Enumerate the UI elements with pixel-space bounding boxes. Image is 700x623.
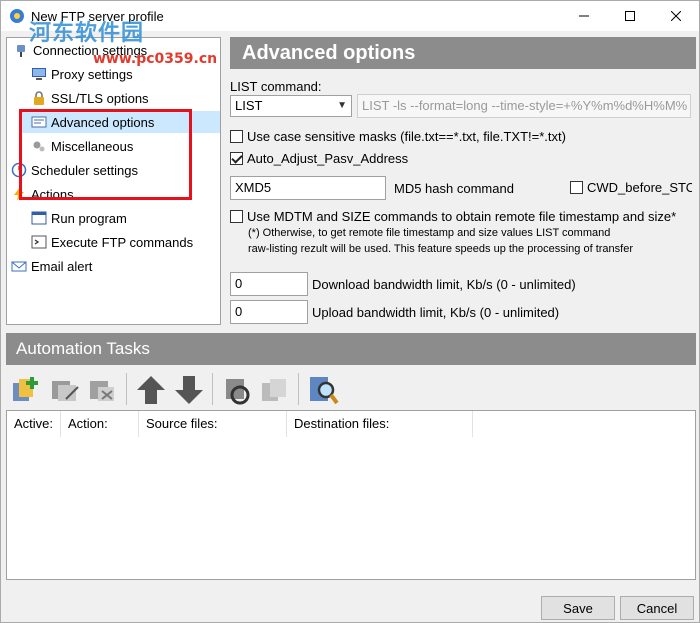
minimize-button[interactable] (561, 1, 607, 31)
move-up-icon[interactable] (134, 373, 168, 407)
upload-limit-label: Upload bandwidth limit, Kb/s (0 - unlimi… (312, 305, 560, 320)
edit-task-icon[interactable] (48, 373, 82, 407)
delete-task-icon[interactable] (86, 373, 120, 407)
tree-item-label: Email alert (31, 258, 93, 274)
close-button[interactable] (653, 1, 699, 31)
automation-tasks-header: Automation Tasks (6, 333, 696, 365)
chevron-down-icon: ▼ (337, 100, 347, 111)
gears-icon (33, 141, 45, 152)
maximize-button[interactable] (607, 1, 653, 31)
column-header-destination-files[interactable]: Destination files: (287, 411, 473, 437)
case-sensitive-checkbox[interactable]: Use case sensitive masks (file.txt==*.tx… (230, 129, 566, 144)
minimize-icon (579, 15, 589, 17)
tree-item-scheduler-settings[interactable]: Scheduler settings (11, 159, 138, 181)
refresh-task-icon[interactable] (220, 373, 254, 407)
maximize-icon (625, 11, 635, 21)
plug-icon (17, 45, 25, 57)
cwd-before-stor-checkbox[interactable]: CWD_before_STOR (570, 180, 692, 195)
settings-tree: Connection settings Proxy settings SSL/T… (6, 37, 221, 325)
move-down-icon[interactable] (172, 373, 206, 407)
auto-adjust-pasv-checkbox[interactable]: Auto_Adjust_Pasv_Address (230, 151, 408, 166)
tree-item-advanced-options[interactable]: Advanced options (21, 111, 220, 133)
envelope-icon (11, 261, 27, 272)
tree-item-label: Scheduler settings (31, 162, 138, 178)
watermark-url: www.pc0359.cn (93, 51, 218, 67)
download-limit-label: Download bandwidth limit, Kb/s (0 - unli… (312, 277, 576, 292)
checkbox-box (230, 210, 243, 223)
terminal-icon (31, 235, 47, 249)
list-command-input[interactable]: LIST -ls --format=long --time-style=+%Y%… (357, 94, 691, 118)
tree-item-execute-ftp-commands[interactable]: Execute FTP commands (31, 231, 193, 253)
md5-command-input[interactable]: XMD5 (230, 176, 386, 200)
toolbar-separator (298, 373, 299, 405)
clock-icon (11, 162, 27, 178)
panel-title: Advanced options (230, 37, 696, 69)
checkbox-label: CWD_before_STOR (587, 180, 692, 195)
mdtm-note-line-1: (*) Otherwise, to get remote file timest… (248, 227, 611, 239)
column-header-active[interactable]: Active: (7, 411, 61, 437)
checkbox-box (570, 181, 583, 194)
cancel-button[interactable]: Cancel (620, 596, 694, 620)
lightning-icon (14, 187, 24, 201)
column-header-action[interactable]: Action: (61, 411, 139, 437)
ftp-profile-window: New FTP server profile Connection settin… (0, 0, 700, 623)
list-command-selected: LIST (235, 98, 263, 113)
automation-toolbar (6, 369, 696, 409)
tree-item-email-alert[interactable]: Email alert (11, 255, 92, 277)
monitor-icon (32, 68, 46, 80)
run-icon (31, 211, 47, 225)
watermark-text: 河东软件园 (29, 21, 145, 46)
toolbar-separator (212, 373, 213, 405)
md5-command-label: MD5 hash command (394, 181, 514, 196)
mdtm-note-line-2: raw-listing rezult will be used. This fe… (248, 243, 633, 255)
checkbox-label: Use case sensitive masks (file.txt==*.tx… (247, 129, 566, 144)
lock-icon (34, 91, 44, 105)
add-task-icon[interactable] (10, 373, 44, 407)
close-icon (671, 11, 681, 21)
tree-item-label: Execute FTP commands (51, 234, 194, 250)
mdtm-size-checkbox[interactable]: Use MDTM and SIZE commands to obtain rem… (230, 209, 676, 224)
tree-item-miscellaneous[interactable]: Miscellaneous (31, 135, 133, 157)
tree-item-actions[interactable]: Actions (11, 183, 74, 205)
watermark: 河东软件园 www.pc0359.cn (29, 15, 217, 67)
automation-tasks-table[interactable]: Active: Action: Source files: Destinatio… (6, 410, 696, 580)
window-list-icon (31, 116, 47, 128)
checkbox-box (230, 130, 243, 143)
checkbox-box (230, 152, 243, 165)
tree-item-ssl-tls-options[interactable]: SSL/TLS options (31, 87, 149, 109)
list-command-label: LIST command: (230, 79, 322, 94)
app-icon (10, 9, 24, 23)
tree-item-label: Advanced options (51, 114, 155, 130)
toolbar-separator (126, 373, 127, 405)
copy-task-icon[interactable] (258, 373, 292, 407)
checkbox-label: Use MDTM and SIZE commands to obtain rem… (247, 209, 677, 224)
checkbox-label: Auto_Adjust_Pasv_Address (247, 151, 409, 166)
list-command-select[interactable]: LIST ▼ (230, 95, 352, 117)
save-button[interactable]: Save (541, 596, 615, 620)
download-limit-input[interactable]: 0 (230, 272, 308, 296)
column-header-source-files[interactable]: Source files: (139, 411, 287, 437)
search-icon[interactable] (306, 373, 340, 407)
tree-item-label: Run program (51, 210, 127, 226)
tree-item-label: SSL/TLS options (51, 90, 149, 106)
tree-item-label: Actions (31, 186, 74, 202)
tree-item-run-program[interactable]: Run program (31, 207, 127, 229)
tree-item-label: Proxy settings (51, 66, 133, 82)
tree-item-label: Miscellaneous (51, 138, 134, 154)
upload-limit-input[interactable]: 0 (230, 300, 308, 324)
